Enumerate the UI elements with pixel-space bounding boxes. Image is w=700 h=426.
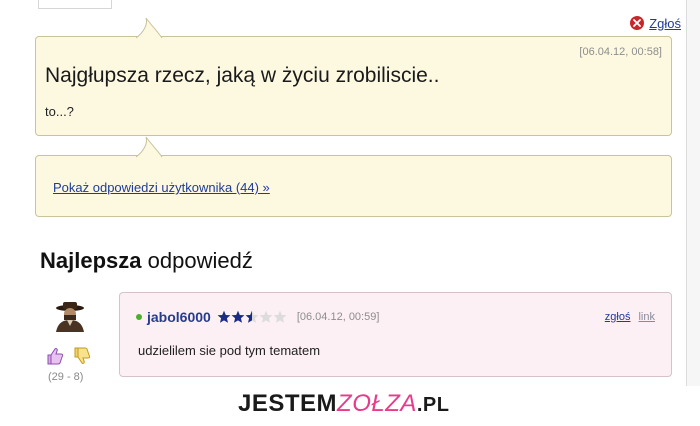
watermark-part2: ZOŁZA bbox=[337, 390, 417, 417]
speech-tail bbox=[135, 17, 163, 39]
previous-avatar-frame bbox=[38, 0, 112, 9]
user-avatar[interactable] bbox=[50, 300, 90, 332]
rating-star-icon bbox=[259, 310, 273, 323]
question-title: Najgłupsza rzecz, jaką w życiu zrobilisc… bbox=[45, 64, 440, 87]
question-body: to...? bbox=[45, 104, 74, 119]
answer-permalink[interactable]: link bbox=[638, 311, 655, 323]
best-answer-heading: Najlepsza odpowiedź bbox=[40, 248, 253, 274]
show-user-answers-link[interactable]: Pokaż odpowiedzi użytkownika (44) » bbox=[53, 180, 270, 195]
speech-tail bbox=[135, 136, 163, 158]
report-question[interactable]: Zgłoś bbox=[630, 14, 681, 32]
vote-score: (29 - 8) bbox=[48, 371, 84, 383]
answer-username[interactable]: jabol6000 bbox=[147, 309, 211, 325]
watermark-part1: JESTEM bbox=[238, 390, 338, 417]
best-answer-card: jabol6000 [06.04.12, 00:59] zgłoś link u… bbox=[119, 292, 672, 377]
answer-text: udzielilem sie pod tym tematem bbox=[138, 343, 321, 358]
rating-star-icon bbox=[273, 310, 287, 323]
answer-header: jabol6000 [06.04.12, 00:59] bbox=[136, 309, 379, 325]
thumbs-down-icon[interactable] bbox=[72, 346, 92, 366]
user-answers-box: Pokaż odpowiedzi użytkownika (44) » bbox=[35, 136, 672, 217]
answer-report-link[interactable]: zgłoś bbox=[605, 311, 631, 323]
watermark-part3: .PL bbox=[416, 394, 450, 416]
page-right-border bbox=[686, 0, 700, 388]
question-date: [06.04.12, 00:58] bbox=[579, 46, 662, 58]
rating-star-icon bbox=[245, 310, 259, 323]
question-bubble: [06.04.12, 00:58] Najgłupsza rzecz, jaką… bbox=[35, 17, 672, 136]
rating-star-icon bbox=[231, 310, 245, 323]
site-watermark: JESTEMZOŁZA.PL bbox=[238, 390, 450, 418]
answer-actions: zgłoś link bbox=[605, 311, 655, 323]
report-icon[interactable] bbox=[630, 16, 645, 30]
user-rating-stars bbox=[217, 310, 287, 324]
answer-date: [06.04.12, 00:59] bbox=[296, 311, 380, 323]
rating-star-icon bbox=[217, 310, 231, 323]
report-link[interactable]: Zgłoś bbox=[649, 16, 681, 31]
thumbs-up-icon[interactable] bbox=[45, 346, 65, 366]
watermark-bar: JESTEMZOŁZA.PL bbox=[0, 386, 700, 426]
best-heading-bold: Najlepsza bbox=[40, 248, 142, 273]
best-heading-rest: odpowiedź bbox=[147, 248, 253, 273]
online-status-dot bbox=[136, 314, 142, 320]
